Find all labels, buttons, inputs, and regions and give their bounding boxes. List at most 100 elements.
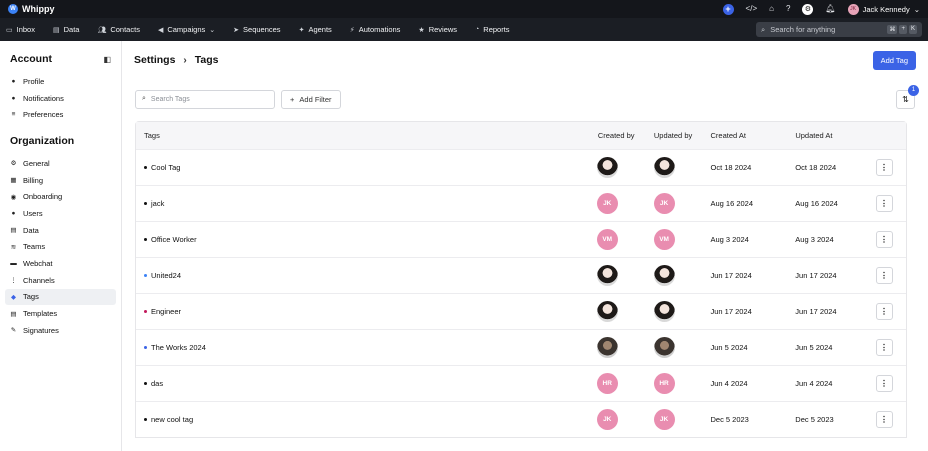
nav-item-inbox[interactable]: ▭ Inbox (6, 25, 35, 34)
brand[interactable]: W Whippy (8, 4, 55, 14)
sidebar-item-teams[interactable]: ≋ Teams (0, 239, 121, 256)
column-header-created-by[interactable]: Created by (579, 131, 636, 140)
tag-name: Engineer (151, 307, 182, 316)
sidebar-item-billing[interactable]: ▦ Billing (0, 172, 121, 189)
nav-item-automations[interactable]: ⚡︎ Automations (350, 25, 401, 34)
add-filter-button[interactable]: + Add Filter (281, 89, 341, 109)
sidebar-item-preferences[interactable]: ≡ Preferences (0, 106, 121, 123)
column-header-updated-at[interactable]: Updated At (777, 131, 862, 140)
organization-title: Organization (10, 135, 75, 148)
table-row[interactable]: Cool Tag Oct 18 2024 Oct 18 2024 ⋮ (136, 149, 906, 185)
created-at-cell: Oct 18 2024 (710, 163, 752, 172)
sidebar-item-profile[interactable]: ● Profile (0, 73, 121, 90)
plus-icon[interactable]: + (722, 3, 734, 15)
breadcrumb: Settings › Tags (134, 54, 219, 66)
sidebar-item-general[interactable]: ⚙ General (0, 155, 121, 172)
more-options-icon[interactable]: ⋮ (875, 231, 893, 248)
sidebar-item-onboarding[interactable]: ◉ Onboarding (0, 188, 121, 205)
table-row[interactable]: The Works 2024 Jun 5 2024 Jun 5 2024 ⋮ (136, 329, 906, 365)
bell-icon[interactable]: 🔔︎ (825, 5, 835, 13)
tag-color-dot (144, 382, 147, 385)
more-options-icon[interactable]: ⋮ (875, 303, 893, 320)
more-options-icon[interactable]: ⋮ (875, 195, 893, 212)
updated-by-cell (636, 301, 693, 322)
column-header-created-at[interactable]: Created At (693, 131, 778, 140)
sidebar-item-notifications[interactable]: ● Notifications (0, 90, 121, 107)
table-toolbar: ⌕ Search Tags + Add Filter ⇅ 1 (135, 84, 919, 109)
tag-name-cell: Office Worker (136, 235, 579, 244)
search-tags-input[interactable]: ⌕ Search Tags (135, 89, 275, 109)
nav-item-campaigns[interactable]: ◀ Campaigns ⌄ (158, 25, 215, 34)
sidebar-item-channels[interactable]: ⋮ Channels (0, 272, 121, 289)
column-header-tags[interactable]: Tags (136, 131, 579, 140)
tag-name: The Works 2024 (151, 343, 206, 352)
table-row[interactable]: Office Worker VM VM Aug 3 2024 Aug 3 202… (136, 221, 906, 257)
nav-item-agents[interactable]: ✦ Agents (299, 25, 332, 34)
tag-name-cell: Engineer (136, 307, 579, 316)
sort-button[interactable]: ⇅ 1 (896, 84, 919, 109)
nav-item-data[interactable]: ▤ Data (53, 25, 79, 34)
table-row[interactable]: new cool tag JK JK Dec 5 2023 Dec 5 2023… (136, 401, 906, 437)
inbox-icon: ▭ (6, 26, 13, 34)
updated-by-cell: JK (636, 193, 693, 214)
more-options-icon[interactable]: ⋮ (875, 411, 893, 428)
user-menu[interactable]: JK Jack Kennedy ⌄ (847, 3, 920, 15)
updated-by-cell (636, 157, 693, 178)
avatar: JK (653, 409, 675, 430)
whippy-logo-icon: W (8, 4, 18, 14)
table-row[interactable]: das HR HR Jun 4 2024 Jun 4 2024 ⋮ (136, 365, 906, 401)
sparkle-icon: ✦ (298, 26, 305, 34)
organization-list: ⚙ General ▦ Billing ◉ Onboarding ● Users ▤ Da… (0, 155, 121, 339)
add-tag-button[interactable]: Add Tag (872, 50, 916, 70)
avatar (596, 301, 618, 322)
global-search-input[interactable]: ⌕ Search for anything ⌘ + K (756, 22, 922, 37)
table-row[interactable]: United24 Jun 17 2024 Jun 17 2024 ⋮ (136, 257, 906, 293)
settings-icon[interactable]: ⚙ (802, 3, 814, 15)
tag-name-cell: United24 (136, 271, 579, 280)
contacts-icon: 👥︎ (97, 26, 107, 34)
sidebar-item-tags[interactable]: ◆ Tags (5, 288, 116, 306)
help-icon[interactable]: ? (786, 5, 790, 13)
updated-at-cell: Aug 16 2024 (795, 199, 838, 208)
chat-icon: ▬ (10, 260, 17, 268)
avatar (596, 157, 618, 178)
more-options-icon[interactable]: ⋮ (875, 375, 893, 392)
more-options-icon[interactable]: ⋮ (875, 159, 893, 176)
tag-name: Office Worker (151, 235, 197, 244)
keyboard-shortcut: ⌘ + K (887, 25, 917, 34)
column-header-updated-by[interactable]: Updated by (636, 131, 693, 140)
actions-cell: ⋮ (862, 303, 906, 320)
nav-item-reports[interactable]: ◔ Reports (475, 25, 510, 34)
nav-item-sequences[interactable]: ➤ Sequences (233, 25, 280, 34)
sidebar-item-users[interactable]: ● Users (0, 205, 121, 222)
sidebar-item-signatures[interactable]: ✎ Signatures (0, 322, 121, 339)
tag-name-cell: das (136, 379, 579, 388)
compass-icon: ◉ (10, 193, 17, 201)
sliders-icon: ≡ (11, 111, 16, 119)
updated-by-cell: VM (636, 229, 693, 250)
avatar: HR (653, 373, 675, 394)
sidebar-item-data[interactable]: ▤ Data (0, 222, 121, 239)
actions-cell: ⋮ (862, 411, 906, 428)
sort-icon: ⇅ (902, 94, 909, 104)
sidebar-collapse-icon[interactable]: ◧ (103, 55, 111, 64)
sidebar-item-templates[interactable]: ▤ Templates (0, 305, 121, 322)
nav-item-reviews[interactable]: ★ Reviews (418, 25, 457, 34)
created-at-cell: Aug 3 2024 (710, 235, 749, 244)
updated-at-cell: Jun 4 2024 (795, 379, 833, 388)
breadcrumb-settings[interactable]: Settings (134, 54, 175, 66)
more-options-icon[interactable]: ⋮ (875, 339, 893, 356)
table-row[interactable]: jack JK JK Aug 16 2024 Aug 16 2024 ⋮ (136, 185, 906, 221)
nav-item-contacts[interactable]: 👥︎ Contacts (97, 25, 140, 34)
home-icon[interactable]: ⌂ (769, 5, 774, 13)
avatar (653, 301, 675, 322)
avatar: VM (596, 229, 618, 250)
created-by-cell: VM (579, 229, 636, 250)
sidebar-item-webchat[interactable]: ▬ Webchat (0, 255, 121, 272)
person-icon: ● (11, 77, 16, 85)
code-icon[interactable]: </> (746, 5, 758, 13)
top-bar: W Whippy + </> ⌂ ? ⚙ 🔔︎ JK Jack Kennedy … (0, 0, 928, 18)
more-options-icon[interactable]: ⋮ (875, 267, 893, 284)
avatar: JK (596, 409, 618, 430)
table-row[interactable]: Engineer Jun 17 2024 Jun 17 2024 ⋮ (136, 293, 906, 329)
